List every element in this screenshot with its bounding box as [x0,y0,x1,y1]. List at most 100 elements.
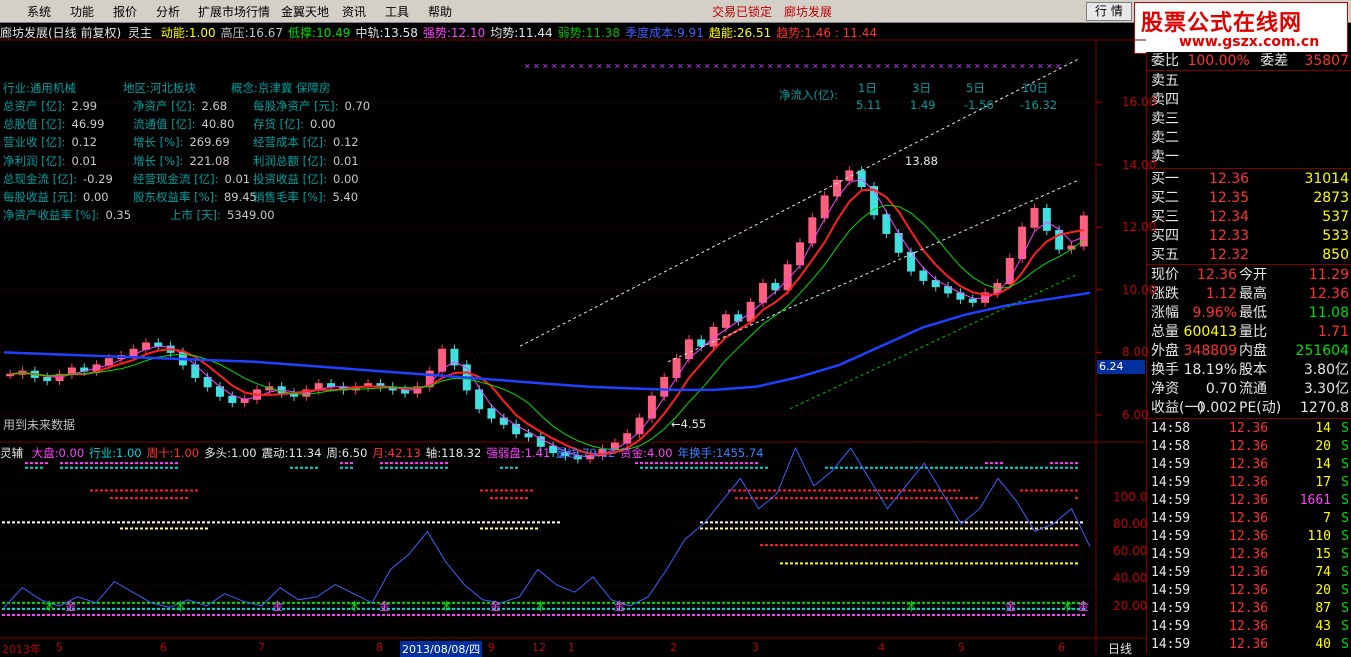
sub-indicator-value: 1455.74 [715,446,764,460]
sub-indicator-value: 0.00 [58,446,85,460]
signal-marker: × [632,62,639,71]
fundamental-value: 5.40 [332,190,359,204]
period-label[interactable]: 日线 [1108,640,1132,657]
signal-marker: × [740,62,747,71]
quote-value: 600413 [1183,324,1237,340]
buy-level-row[interactable]: 买一 12.36 31014 [1151,170,1349,188]
sub-indicator-value: 11.34 [288,446,322,460]
quote-row: 涨跌 1.12 最高 12.36 [1151,285,1349,303]
signal-marker: × [1046,62,1053,71]
menu-item-news[interactable]: 资讯 [342,3,366,20]
main-indicator-item: 中轨:13.58 [355,26,417,40]
tick-row: 14:58 12.36 20 S [1151,438,1349,456]
main-indicator-item: 强势:12.10 [423,26,485,40]
fundamental-item: 增长 [%]: 269.69 [133,134,230,150]
menu-item-help[interactable]: 帮助 [428,3,452,20]
order-ratio-label: 委比 [1151,53,1179,69]
main-indicator-value: 26.51 [736,26,772,40]
sub-axis-label: 20.00 [1113,599,1148,613]
main-indicator-value: 11.44 [518,26,553,40]
menu-item-tools[interactable]: 工具 [385,3,409,20]
signal-marker: × [857,62,864,71]
menu-item-system[interactable]: 系统 [27,3,51,20]
signal-marker: × [551,62,558,71]
quote-button[interactable]: 行 情 [1086,2,1132,21]
tick-side: S [1341,529,1349,544]
menu-item-analysis[interactable]: 分析 [156,3,180,20]
buy-level-row[interactable]: 买四 12.33 533 [1151,227,1349,245]
sub-indicator-item: 大盘:0.00 [32,446,84,460]
date-axis-label: 12 [532,641,546,654]
buy-level-price: 12.36 [1209,171,1250,187]
tick-row: 14:59 12.36 1661 S [1151,492,1349,510]
candle-body [758,283,767,303]
price-axis-label: 8.00 [1122,345,1149,360]
buy-level-row[interactable]: 买二 12.35 2873 [1151,189,1349,207]
candle-body [709,326,718,347]
date-axis-label: 1 [568,641,575,654]
quote-value: 1270.8 [1300,400,1349,416]
menu-item-quote[interactable]: 报价 [113,3,137,20]
menu-item-function[interactable]: 功能 [70,3,94,20]
signal-marker: × [722,62,729,71]
sub-indicator-label: 多头: [204,446,231,460]
sub-indicator-value: 42.13 [387,446,421,460]
date-axis-label: 2 [670,641,677,654]
quote-row: 总量 600413 量比 1.71 [1151,323,1349,341]
fundamental-item: 营业收 [亿]: 0.12 [3,134,97,150]
fundamental-label: 每股净资产 [元]: [253,99,339,113]
sub-indicator-item: 年换手:1455.74 [678,446,764,460]
signal-marker: × [812,62,819,71]
signal-marker: × [794,62,801,71]
sub-indicator-name[interactable]: 灵辅 [0,446,23,460]
sub-indicator-label: 强弱盘: [486,446,525,460]
main-indicator-label: 均势: [490,26,519,40]
main-indicator-value: 12.10 [450,26,486,40]
menu-item-extended-market[interactable]: 扩展市场行情 [198,3,270,20]
tick-price: 12.36 [1229,493,1269,508]
fundamental-item: 增长 [%]: 221.08 [133,153,230,169]
quote-label: 涨幅 [1151,305,1179,321]
tick-time: 14:59 [1151,475,1191,490]
sub-marker: 木 [1062,600,1073,613]
ma-line-blue [3,291,1091,392]
candle-body [43,376,52,382]
quote-value: 0.70 [1205,381,1237,397]
order-diff-label: 委差 [1260,53,1289,69]
fundamental-label: 利润总额 [亿]: [253,153,328,168]
high-price-label: 13.88 [905,154,938,168]
sub-marker: 金 [65,600,76,613]
signal-marker: × [695,62,702,71]
menu-item-jinyi[interactable]: 金翼天地 [281,3,329,20]
sub-marker: 木 [175,600,186,613]
indicator-name[interactable]: 灵主 [128,26,152,40]
buy-level-label: 买二 [1151,190,1179,206]
logo-title: 股票公式在线网 [1141,11,1303,36]
candle-body [808,217,817,244]
sub-axis-label: 40.00 [1113,571,1148,585]
current-price-tag: 6.24 [1097,360,1145,374]
quote-value: 11.08 [1308,305,1349,321]
buy-level-row[interactable]: 买三 12.34 537 [1151,208,1349,226]
tick-row: 14:59 12.36 17 S [1151,474,1349,492]
signal-marker: × [749,62,756,71]
sub-indicator-item: 周:6.50 [326,446,367,460]
order-ratio-value: 100.00% [1187,53,1250,69]
sub-indicator-value: 118.32 [441,446,482,460]
tick-side: S [1341,601,1349,616]
fundamental-item: 利润总额 [亿]: 0.01 [253,153,359,169]
sub-marker: 木 [44,600,55,613]
netflow-value: 5.11 [856,98,882,112]
tick-side: S [1341,475,1349,490]
buy-level-volume: 533 [1322,228,1349,244]
signal-marker: × [803,62,810,71]
main-indicator-value: 9.91 [677,26,704,40]
price-axis-label: 16.00 [1122,95,1157,110]
fundamental-label: 营业收 [亿]: [3,135,66,150]
buy-level-row[interactable]: 买五 12.32 850 [1151,246,1349,264]
candle-body [475,389,484,410]
candle-body [228,395,237,403]
tick-side: S [1341,511,1349,526]
quote-value: 0.002 [1196,400,1237,416]
main-indicator-label: 弱势: [557,26,586,40]
